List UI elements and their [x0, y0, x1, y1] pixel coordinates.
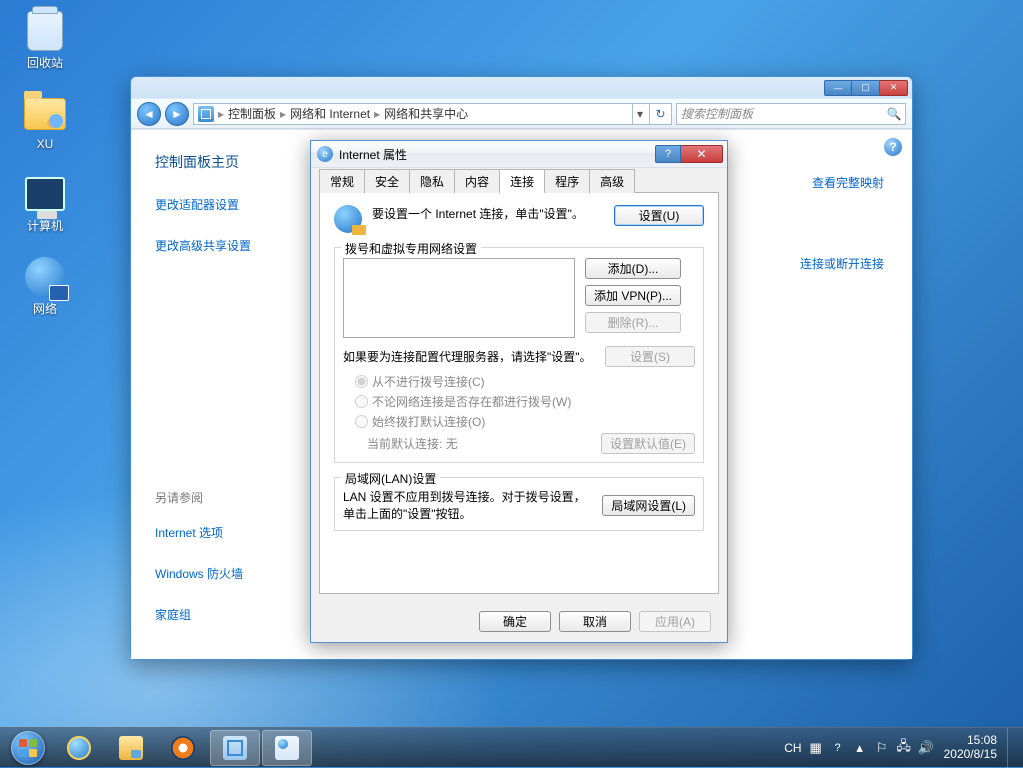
tray-clock[interactable]: 15:08 2020/8/15	[940, 734, 1001, 762]
breadcrumb-bar[interactable]: ▸ 控制面板▸ 网络和 Internet▸ 网络和共享中心 ▾ ↻	[193, 103, 672, 125]
explorer-icon	[119, 736, 143, 760]
ime-help-icon[interactable]: ?	[830, 740, 846, 756]
current-default-label: 当前默认连接: 无	[367, 435, 591, 452]
proxy-text: 如果要为连接配置代理服务器，请选择"设置"。	[343, 348, 595, 365]
folder-icon	[24, 98, 66, 130]
dialog-icon: e	[317, 146, 333, 162]
search-input[interactable]: 搜索控制面板 🔍	[676, 103, 906, 125]
taskbar: CH ▦ ? ▴ ⚐ 🖧 🔊 15:08 2020/8/15	[0, 727, 1023, 767]
breadcrumb[interactable]: 控制面板	[228, 105, 276, 122]
taskbar-control-panel[interactable]	[210, 730, 260, 766]
ok-button[interactable]: 确定	[479, 611, 551, 632]
network-icon	[25, 257, 65, 297]
tab-strip: 常规 安全 隐私 内容 连接 程序 高级	[311, 168, 727, 192]
sidebar-link-homegroup[interactable]: 家庭组	[155, 606, 313, 623]
ime-indicator[interactable]: CH	[784, 741, 801, 755]
tray-chevron-icon[interactable]: ▴	[852, 740, 868, 756]
remove-button: 删除(R)...	[585, 312, 681, 333]
radio-never-dial	[355, 375, 368, 388]
dialog-help-button[interactable]: ?	[655, 145, 681, 163]
desktop-label: 回收站	[27, 54, 63, 71]
nav-back-button[interactable]: ◄	[137, 102, 161, 126]
close-button[interactable]: ✕	[880, 80, 908, 96]
add-button[interactable]: 添加(D)...	[585, 258, 681, 279]
apply-button: 应用(A)	[639, 611, 711, 632]
control-panel-icon	[198, 106, 214, 122]
breadcrumb[interactable]: 网络和共享中心	[384, 105, 468, 122]
sidebar-link-firewall[interactable]: Windows 防火墙	[155, 565, 313, 582]
dialog-title: Internet 属性	[339, 146, 407, 163]
internet-properties-dialog: e Internet 属性 ? ✕ 常规 安全 隐私 内容 连接 程序 高级 要…	[310, 140, 728, 643]
volume-icon[interactable]: 🔊	[918, 740, 934, 756]
link-view-map[interactable]: 查看完整映射	[812, 174, 884, 191]
add-vpn-button[interactable]: 添加 VPN(P)...	[585, 285, 681, 306]
sidebar-link-internet-options[interactable]: Internet 选项	[155, 524, 313, 541]
search-icon: 🔍	[887, 107, 901, 121]
desktop-recycle-bin[interactable]: 回收站	[10, 10, 80, 71]
tab-general[interactable]: 常规	[319, 169, 365, 193]
taskbar-media-player[interactable]	[158, 730, 208, 766]
tab-security[interactable]: 安全	[365, 169, 410, 193]
ie-icon	[67, 736, 91, 760]
desktop-computer[interactable]: 计算机	[10, 173, 80, 234]
media-player-icon	[171, 736, 195, 760]
connection-wizard-icon	[334, 205, 362, 233]
lan-legend: 局域网(LAN)设置	[341, 470, 440, 487]
desktop-user-folder[interactable]: XU	[10, 93, 80, 151]
link-connect-disconnect[interactable]: 连接或断开连接	[800, 255, 884, 272]
help-icon[interactable]: ?	[884, 138, 902, 156]
desktop-network[interactable]: 网络	[10, 256, 80, 317]
sidebar-header: 控制面板主页	[155, 152, 313, 172]
setup-text: 要设置一个 Internet 连接，单击"设置"。	[372, 205, 604, 222]
start-button[interactable]	[4, 729, 52, 767]
set-default-button: 设置默认值(E)	[601, 433, 695, 454]
dial-legend: 拨号和虚拟专用网络设置	[341, 240, 481, 257]
sidebar: 控制面板主页 更改适配器设置 更改高级共享设置 另请参阅 Internet 选项…	[131, 130, 323, 659]
nav-forward-button[interactable]: ►	[165, 102, 189, 126]
search-placeholder: 搜索控制面板	[681, 105, 753, 122]
desktop-label: XU	[37, 137, 54, 151]
tab-content[interactable]: 内容	[455, 169, 500, 193]
taskbar-internet-options[interactable]	[262, 730, 312, 766]
tab-connections[interactable]: 连接	[500, 169, 545, 193]
action-center-icon[interactable]: ⚐	[874, 740, 890, 756]
see-also-header: 另请参阅	[155, 489, 313, 506]
show-desktop-button[interactable]	[1007, 728, 1019, 768]
radio-dial-default	[355, 415, 368, 428]
setup-button[interactable]: 设置(U)	[614, 205, 704, 226]
desktop-label: 网络	[33, 300, 57, 317]
recycle-bin-icon	[27, 11, 63, 51]
network-tray-icon[interactable]: 🖧	[896, 740, 912, 756]
breadcrumb[interactable]: 网络和 Internet	[290, 105, 370, 122]
ime-pad-icon[interactable]: ▦	[808, 740, 824, 756]
minimize-button[interactable]: —	[824, 80, 852, 96]
cancel-button[interactable]: 取消	[559, 611, 631, 632]
tab-privacy[interactable]: 隐私	[410, 169, 455, 193]
computer-icon	[25, 177, 65, 211]
lan-text: LAN 设置不应用到拨号连接。对于拨号设置，单击上面的"设置"按钮。	[343, 488, 592, 522]
dial-settings-button: 设置(S)	[605, 346, 695, 367]
tab-programs[interactable]: 程序	[545, 169, 590, 193]
dialog-close-button[interactable]: ✕	[681, 145, 723, 163]
control-panel-icon	[223, 736, 247, 760]
lan-settings-button[interactable]: 局域网设置(L)	[602, 495, 695, 516]
radio-dial-always	[355, 395, 368, 408]
sidebar-link-adapter[interactable]: 更改适配器设置	[155, 196, 313, 213]
desktop-label: 计算机	[27, 217, 63, 234]
sidebar-link-sharing[interactable]: 更改高级共享设置	[155, 237, 313, 254]
dial-connections-list[interactable]	[343, 258, 575, 338]
clock-time: 15:08	[944, 734, 997, 748]
clock-date: 2020/8/15	[944, 748, 997, 762]
internet-options-icon	[275, 736, 299, 760]
refresh-button[interactable]: ↻	[649, 103, 671, 125]
tab-advanced[interactable]: 高级	[590, 169, 635, 193]
maximize-button[interactable]: ▢	[852, 80, 880, 96]
taskbar-ie[interactable]	[54, 730, 104, 766]
taskbar-explorer[interactable]	[106, 730, 156, 766]
